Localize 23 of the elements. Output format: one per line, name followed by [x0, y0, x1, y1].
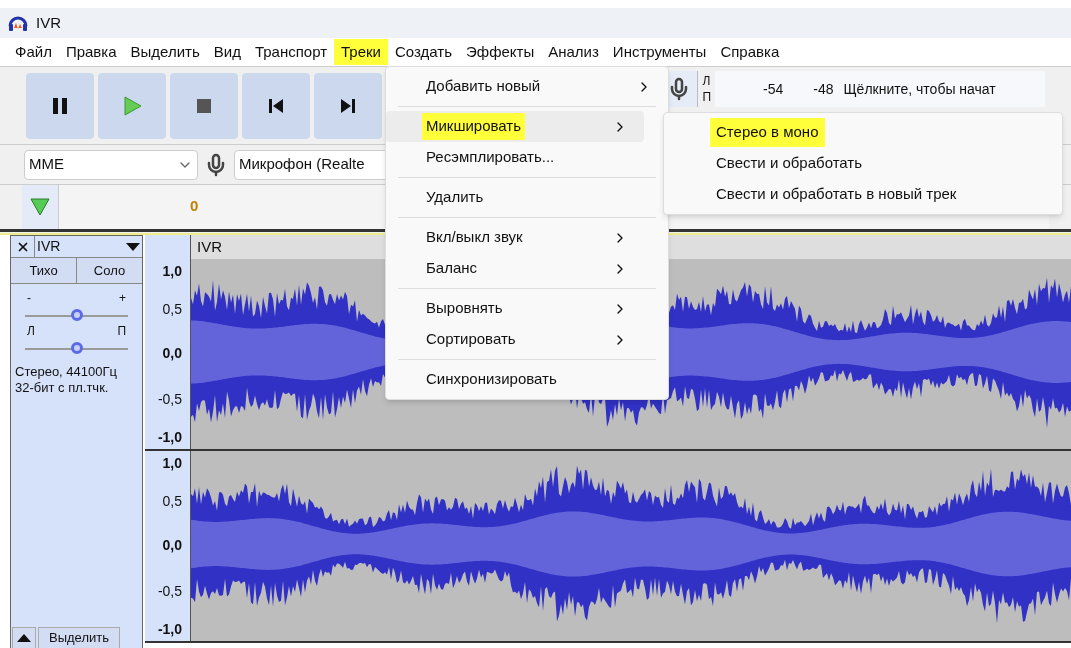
scale-label: 0,0 [162, 344, 182, 363]
track-info: 32-бит с пл.тчк. [15, 380, 110, 396]
scale-label: 1,0 [162, 262, 182, 281]
meter-tick-label: -48 [813, 79, 834, 99]
meter-channel-label: П [702, 89, 711, 105]
timeline-label: 0 [190, 196, 199, 216]
slider-min-label: - [27, 292, 31, 304]
scale-label: 0,5 [162, 492, 182, 511]
slider-max-label: + [119, 292, 126, 304]
window-title: IVR [36, 12, 61, 33]
scale-label: 0,5 [162, 300, 182, 319]
scale-label: -0,5 [157, 390, 182, 409]
scale-label: -0,5 [157, 582, 182, 601]
track-info: Стерео, 44100Гц [15, 364, 118, 380]
slider-min-label: Л [27, 325, 35, 337]
scale-label: 0,0 [162, 536, 182, 555]
meter-hint: Щёлкните, чтобы начат [843, 79, 996, 99]
meter-tick-label: -54 [763, 79, 784, 99]
meter-channel-label: Л [702, 73, 711, 89]
scale-label: -1,0 [157, 428, 182, 447]
scale-label: -1,0 [157, 620, 182, 639]
slider-max-label: П [117, 325, 126, 337]
scale-label: 1,0 [162, 454, 182, 473]
